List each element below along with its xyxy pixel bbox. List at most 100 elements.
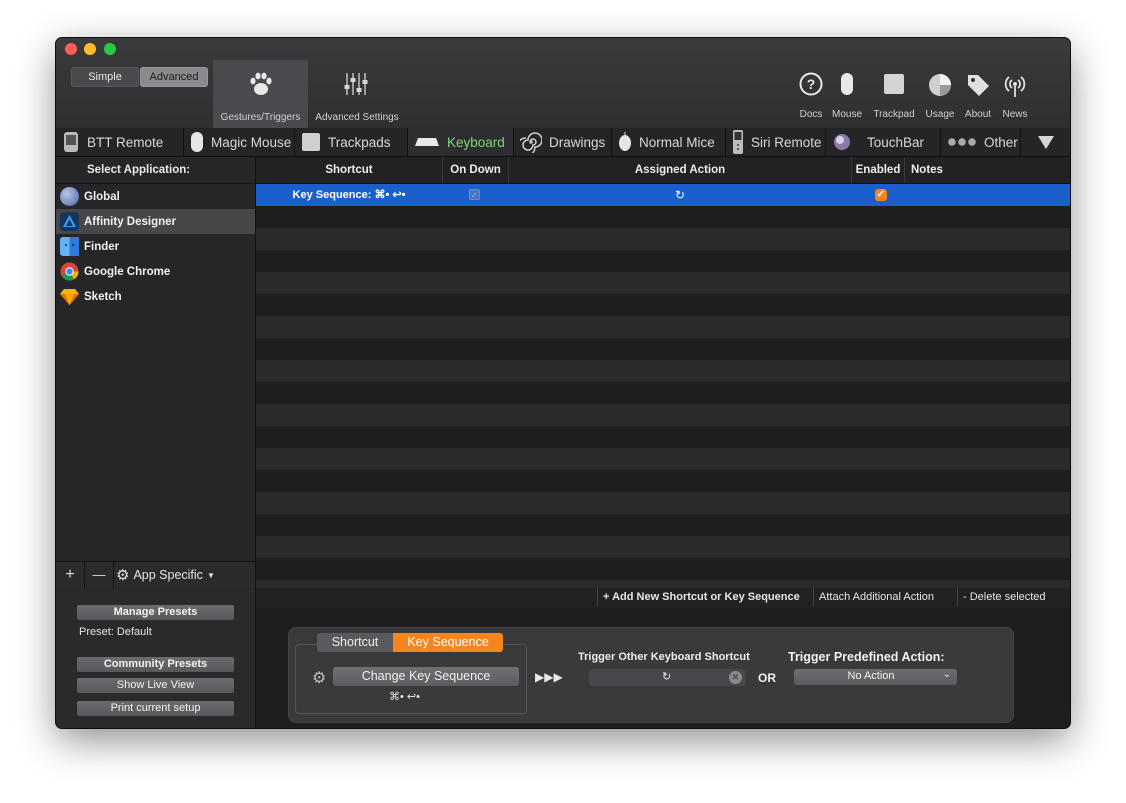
advanced-settings-label: Advanced Settings [315, 112, 399, 123]
tab-touchbar[interactable]: TouchBar [826, 128, 941, 156]
table-row-empty [256, 492, 1070, 514]
tab-label: Other [984, 134, 1018, 150]
tab-label: Drawings [549, 134, 606, 150]
key-sequence-segment[interactable]: Key Sequence [393, 633, 503, 652]
keyboard-shortcut-field[interactable]: ↻ ✕ [589, 669, 746, 686]
add-app-button[interactable]: + [56, 562, 85, 588]
change-key-sequence-button[interactable]: Change Key Sequence [333, 667, 519, 686]
triangle-down-icon [1037, 136, 1054, 149]
touchbar-icon [834, 134, 850, 150]
app-specific-dropdown[interactable]: ⚙ App Specific ▼ [116, 562, 215, 588]
advanced-mode-button[interactable]: Advanced [140, 67, 208, 87]
chevron-down-icon: ⌄ [942, 669, 951, 680]
tab-siri-remote[interactable]: Siri Remote [726, 128, 826, 156]
tab-trackpads[interactable]: Trackpads [295, 128, 408, 156]
col-shortcut[interactable]: Shortcut [256, 157, 443, 183]
keyboard-icon [415, 138, 439, 146]
table-row-empty [256, 250, 1070, 272]
table-row-empty [256, 316, 1070, 338]
print-setup-button[interactable]: Print current setup [77, 701, 234, 716]
tag-icon [968, 75, 989, 96]
col-on-down[interactable]: On Down [443, 157, 509, 183]
enabled-checkbox[interactable]: ✓ [875, 189, 887, 201]
tabs-overflow-button[interactable] [1021, 128, 1070, 156]
trackpad-button[interactable]: Trackpad [870, 72, 918, 120]
paw-icon [249, 72, 272, 95]
docs-button[interactable]: ? Docs [797, 72, 825, 120]
col-enabled[interactable]: Enabled [852, 157, 905, 183]
table-row-empty [256, 448, 1070, 470]
advanced-settings-tab[interactable]: Advanced Settings [311, 60, 403, 123]
tab-other[interactable]: Other [941, 128, 1021, 156]
attach-action-button[interactable]: Attach Additional Action [813, 588, 939, 606]
normal-mouse-icon [619, 132, 631, 151]
device-tab-bar: BTT Remote Magic Mouse Trackpads Keyboar… [56, 128, 1070, 157]
col-assigned-action[interactable]: Assigned Action [509, 157, 852, 183]
remote-icon [733, 130, 743, 154]
simple-mode-button[interactable]: Simple [71, 67, 139, 87]
remove-app-button[interactable]: — [85, 562, 114, 588]
news-button[interactable]: News [998, 72, 1032, 120]
sidebar-item-sketch[interactable]: Sketch [56, 284, 255, 309]
on-down-checkbox[interactable]: ✓ [469, 189, 480, 200]
clear-icon[interactable]: ✕ [729, 671, 742, 684]
add-shortcut-button[interactable]: + Add New Shortcut or Key Sequence [597, 588, 805, 606]
tab-label: Trackpads [328, 134, 391, 150]
sidebar-item-label: Google Chrome [84, 265, 171, 278]
tab-normal-mice[interactable]: Normal Mice [612, 128, 726, 156]
sidebar-item-label: Affinity Designer [84, 215, 177, 228]
trigger-editor: Shortcut Key Sequence ⚙ Change Key Seque… [288, 627, 1014, 723]
minimize-button[interactable] [84, 43, 96, 55]
community-presets-button[interactable]: Community Presets [77, 657, 234, 672]
refresh-icon: ↻ [675, 188, 686, 202]
gestures-triggers-tab[interactable]: Gestures/Triggers [213, 60, 308, 128]
trigger-predefined-label: Trigger Predefined Action: [788, 650, 945, 664]
sidebar-item-google-chrome[interactable]: Google Chrome [56, 259, 255, 284]
shortcut-segment[interactable]: Shortcut [317, 633, 393, 652]
mouse-label: Mouse [831, 109, 862, 120]
table-actions-bar: + Add New Shortcut or Key Sequence Attac… [256, 588, 1070, 608]
table-row-empty [256, 536, 1070, 558]
sidebar-item-affinity-designer[interactable]: Affinity Designer [56, 209, 255, 234]
mouse-icon [841, 73, 853, 95]
zoom-button[interactable] [104, 43, 116, 55]
tab-keyboard[interactable]: Keyboard [408, 128, 514, 156]
tab-drawings[interactable]: Drawings [514, 128, 612, 156]
arrows-icon: ▶▶▶ [535, 670, 563, 684]
gear-icon[interactable]: ⚙ [312, 668, 326, 688]
more-dots-icon [948, 138, 976, 146]
chrome-icon [60, 262, 79, 281]
tab-label: Siri Remote [751, 134, 822, 150]
app-sidebar: Select Application: Global Affinity Desi… [56, 157, 256, 728]
shortcut-table: Shortcut On Down Assigned Action Enabled… [256, 157, 1070, 588]
sidebar-item-finder[interactable]: Finder [56, 234, 255, 259]
predefined-action-select[interactable]: No Action ⌄ [794, 669, 957, 685]
predefined-action-value: No Action [847, 670, 895, 682]
antenna-icon [1004, 76, 1026, 97]
tab-label: Normal Mice [639, 134, 715, 150]
table-row[interactable]: Key Sequence: ⌘• ↩• ✓ ↻ ✓ [256, 184, 1070, 206]
table-row-empty [256, 382, 1070, 404]
delete-selected-button[interactable]: - Delete selected [957, 588, 1051, 606]
tab-label: BTT Remote [87, 134, 164, 150]
show-live-view-button[interactable]: Show Live View [77, 678, 234, 693]
usage-button[interactable]: Usage [922, 72, 958, 120]
svg-text:?: ? [807, 76, 816, 92]
trackpad-label: Trackpad [873, 109, 915, 120]
row-shortcut: Key Sequence: ⌘• ↩• [292, 189, 406, 201]
current-preset-label: Preset: Default [79, 626, 152, 638]
tab-magic-mouse[interactable]: Magic Mouse [184, 128, 295, 156]
about-button[interactable]: About [962, 72, 994, 120]
col-notes[interactable]: Notes [905, 157, 1070, 183]
tab-btt-remote[interactable]: BTT Remote [56, 128, 184, 156]
mouse-button[interactable]: Mouse [830, 72, 864, 120]
manage-presets-button[interactable]: Manage Presets [77, 605, 234, 620]
table-row-empty [256, 338, 1070, 360]
sidebar-item-global[interactable]: Global [56, 184, 255, 209]
tab-label: Magic Mouse [211, 134, 292, 150]
record-icon: ↻ [662, 671, 672, 683]
tab-label: TouchBar [867, 134, 925, 150]
table-header: Shortcut On Down Assigned Action Enabled… [256, 157, 1070, 184]
close-button[interactable] [65, 43, 77, 55]
sketch-icon [60, 289, 79, 305]
